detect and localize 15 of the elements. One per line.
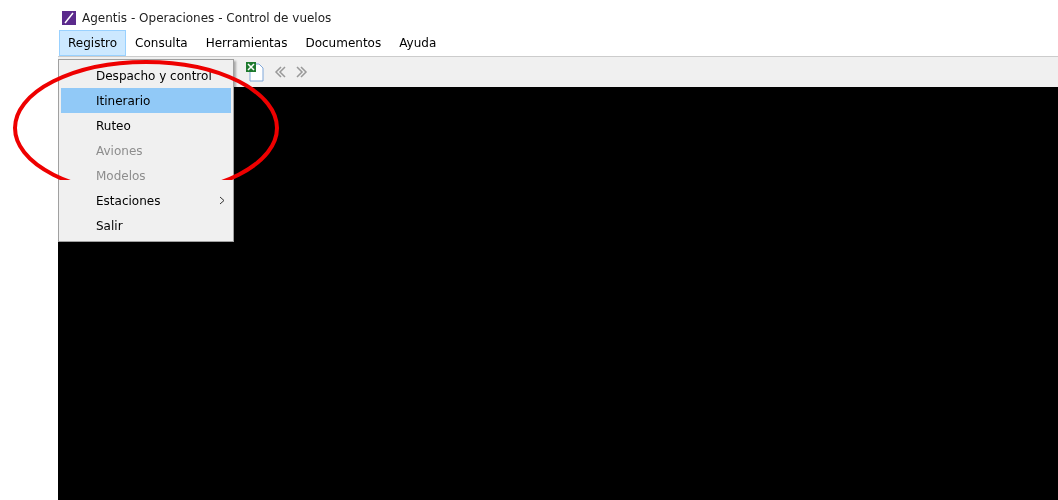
dropdown-item[interactable]: Itinerario [61, 88, 231, 113]
dropdown-item[interactable]: Ruteo [61, 113, 231, 138]
menu-item[interactable]: Herramientas [196, 30, 297, 56]
menu-item[interactable]: Documentos [296, 30, 391, 56]
menu-item[interactable]: Registro [59, 30, 127, 56]
dropdown-item[interactable]: Estaciones [61, 188, 231, 213]
spreadsheet-icon[interactable] [246, 62, 264, 82]
dropdown-item[interactable]: Despacho y control [61, 63, 231, 88]
chevron-left-icon[interactable] [274, 65, 286, 79]
app-icon [62, 11, 76, 25]
window-title: Agentis - Operaciones - Control de vuelos [82, 11, 332, 25]
menu-item[interactable]: Consulta [126, 30, 197, 56]
menu-item[interactable]: Ayuda [390, 30, 446, 56]
dropdown-item[interactable]: Salir [61, 213, 231, 238]
chevron-right-icon[interactable] [296, 65, 308, 79]
